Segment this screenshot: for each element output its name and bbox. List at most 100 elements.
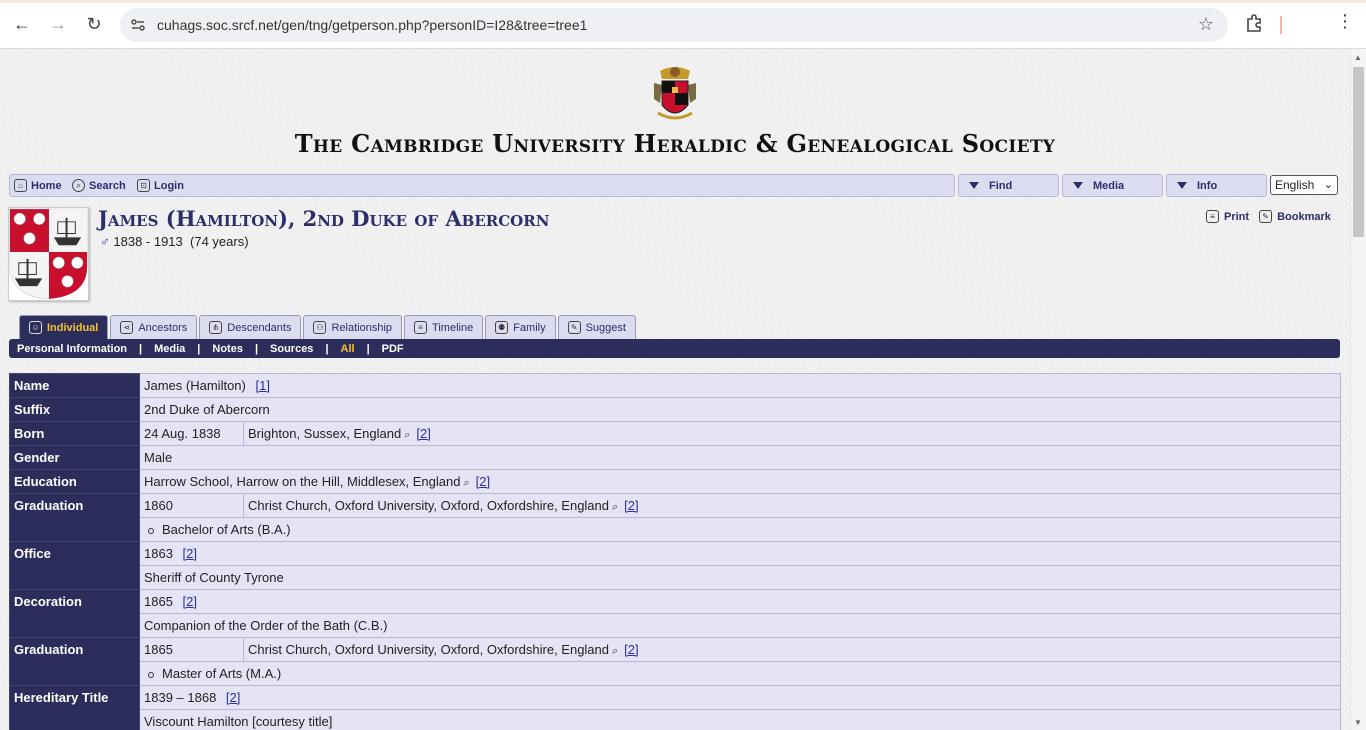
print-icon: ≡ bbox=[1206, 210, 1219, 223]
fact-label: Gender bbox=[9, 445, 140, 470]
table-row: Graduation 1865 Christ Church, Oxford Un… bbox=[9, 637, 1341, 686]
fact-label: Name bbox=[9, 373, 140, 398]
info-menu[interactable]: Info bbox=[1166, 174, 1267, 197]
print-link[interactable]: ≡ Print bbox=[1206, 210, 1249, 223]
date-text: 1839 – 1868 bbox=[144, 690, 217, 705]
language-select[interactable]: English ⌄ bbox=[1270, 175, 1338, 195]
page-content: The Cambridge University Heraldic & Gene… bbox=[0, 49, 1350, 730]
url-text[interactable]: cuhags.soc.srcf.net/gen/tng/getperson.ph… bbox=[157, 17, 587, 33]
nav-separator: | bbox=[197, 342, 201, 355]
fact-label: Graduation bbox=[9, 637, 140, 686]
tab-relationship[interactable]: ⚇ Relationship bbox=[303, 315, 403, 339]
citation-link[interactable]: [2] bbox=[624, 498, 638, 513]
language-value: English bbox=[1275, 178, 1315, 192]
table-row: Hereditary Title 1839 – 1868 [2] bbox=[9, 685, 1341, 730]
scrollbar-thumb[interactable] bbox=[1353, 67, 1364, 237]
extensions-icon[interactable] bbox=[1244, 13, 1266, 35]
name-value: James (Hamilton) bbox=[144, 378, 246, 393]
fact-value: Harrow School, Harrow on the Hill, Middl… bbox=[139, 469, 1341, 494]
fact-date: 1863 [2] bbox=[139, 541, 1341, 566]
fact-note: Bachelor of Arts (B.A.) bbox=[139, 517, 1341, 542]
table-row: Name James (Hamilton) [1] bbox=[9, 373, 1341, 398]
citation-link[interactable]: [1] bbox=[255, 378, 269, 393]
place-text: Christ Church, Oxford University, Oxford… bbox=[248, 497, 609, 513]
citation-link[interactable]: [2] bbox=[226, 690, 240, 705]
nav-notes[interactable]: Notes bbox=[212, 343, 243, 355]
nav-media[interactable]: Media bbox=[154, 343, 185, 355]
citation-link[interactable]: [2] bbox=[476, 474, 490, 489]
table-row: Sheriff of County Tyrone bbox=[10, 565, 1341, 590]
individual-icon: ☺ bbox=[29, 321, 42, 334]
bookmark-link[interactable]: ✎ Bookmark bbox=[1259, 210, 1331, 223]
home-label: Home bbox=[31, 179, 62, 192]
note-text: Master of Arts (M.A.) bbox=[162, 666, 282, 681]
search-icon[interactable]: ⌕ bbox=[463, 477, 469, 489]
tab-descendants[interactable]: ⋔ Descendants bbox=[199, 315, 302, 339]
back-arrow-icon[interactable]: ← bbox=[11, 13, 33, 35]
bookmark-label: Bookmark bbox=[1277, 210, 1331, 223]
tab-individual[interactable]: ☺ Individual bbox=[19, 315, 109, 339]
note-text: Bachelor of Arts (B.A.) bbox=[162, 522, 291, 537]
tab-timeline[interactable]: ≡ Timeline bbox=[404, 315, 484, 339]
info-label: Info bbox=[1197, 179, 1218, 192]
date-text: 1865 bbox=[144, 594, 173, 609]
browser-menu-icon[interactable]: ⋮ bbox=[1336, 11, 1354, 32]
tab-label: Ancestors bbox=[138, 321, 188, 334]
tab-label: Relationship bbox=[331, 321, 393, 334]
fact-label: Education bbox=[9, 469, 140, 494]
find-label: Find bbox=[989, 179, 1013, 192]
place-text: Brighton, Sussex, England bbox=[248, 425, 402, 441]
table-row: Graduation 1860 Christ Church, Oxford Un… bbox=[9, 493, 1341, 542]
nav-pdf[interactable]: PDF bbox=[382, 343, 404, 355]
address-bar[interactable]: cuhags.soc.srcf.net/gen/tng/getperson.ph… bbox=[120, 8, 1228, 42]
nav-all[interactable]: All bbox=[341, 343, 355, 355]
page-scrollbar[interactable]: ▲ ▼ bbox=[1350, 49, 1366, 730]
society-crest-icon bbox=[654, 67, 696, 120]
tab-ancestors[interactable]: ⋖ Ancestors bbox=[110, 315, 198, 339]
table-row: Suffix 2nd Duke of Abercorn bbox=[9, 397, 1341, 422]
tab-label: Individual bbox=[47, 321, 99, 334]
fact-label: Hereditary Title bbox=[9, 685, 140, 730]
citation-link[interactable]: [2] bbox=[183, 594, 197, 609]
citation-link[interactable]: [2] bbox=[416, 426, 430, 441]
date-text: 1863 bbox=[144, 546, 173, 561]
search-icon[interactable]: ⌕ bbox=[612, 645, 618, 657]
reload-icon[interactable]: ↻ bbox=[83, 13, 105, 35]
fact-label: Suffix bbox=[9, 397, 140, 422]
citation-link[interactable]: [2] bbox=[624, 642, 638, 657]
search-link[interactable]: ⌕ Search bbox=[72, 179, 126, 192]
bullet-icon bbox=[148, 527, 154, 534]
fact-value: James (Hamilton) [1] bbox=[139, 373, 1341, 398]
chevron-down-icon: ⌄ bbox=[1323, 179, 1333, 191]
fact-label: Decoration bbox=[9, 589, 140, 638]
media-menu[interactable]: Media bbox=[1062, 174, 1163, 197]
search-icon: ⌕ bbox=[72, 179, 85, 192]
find-menu[interactable]: Find bbox=[958, 174, 1059, 197]
media-label: Media bbox=[1093, 179, 1125, 192]
bookmark-star-icon[interactable]: ☆ bbox=[1198, 14, 1214, 35]
scroll-down-icon[interactable]: ▼ bbox=[1354, 718, 1362, 727]
home-link[interactable]: ⌂ Home bbox=[14, 179, 62, 192]
nav-personal-information[interactable]: Personal Information bbox=[17, 343, 127, 355]
tab-family[interactable]: ⚉ Family bbox=[485, 315, 556, 339]
citation-link[interactable]: [2] bbox=[183, 546, 197, 561]
search-icon[interactable]: ⌕ bbox=[612, 501, 618, 513]
login-link[interactable]: ⊡ Login bbox=[137, 179, 184, 192]
tab-label: Family bbox=[513, 321, 546, 334]
nav-separator: | bbox=[254, 342, 259, 355]
profile-divider bbox=[1280, 16, 1282, 34]
forward-arrow-icon[interactable]: → bbox=[47, 13, 69, 35]
fact-value: Male bbox=[139, 445, 1341, 470]
tab-suggest[interactable]: ✎ Suggest bbox=[557, 315, 636, 339]
nav-sources[interactable]: Sources bbox=[270, 343, 313, 355]
coat-of-arms-image[interactable] bbox=[8, 207, 89, 301]
fact-note: Companion of the Order of the Bath (C.B.… bbox=[139, 613, 1341, 638]
scroll-up-icon[interactable]: ▲ bbox=[1354, 53, 1362, 62]
table-row: Gender Male bbox=[9, 445, 1341, 470]
site-info-icon[interactable] bbox=[130, 17, 146, 33]
life-dates: 1838 - 1913 bbox=[113, 234, 183, 249]
search-label: Search bbox=[89, 179, 126, 192]
search-icon[interactable]: ⌕ bbox=[404, 429, 410, 441]
fact-date: 1860 bbox=[139, 493, 244, 518]
place-text: Christ Church, Oxford University, Oxford… bbox=[248, 641, 609, 657]
